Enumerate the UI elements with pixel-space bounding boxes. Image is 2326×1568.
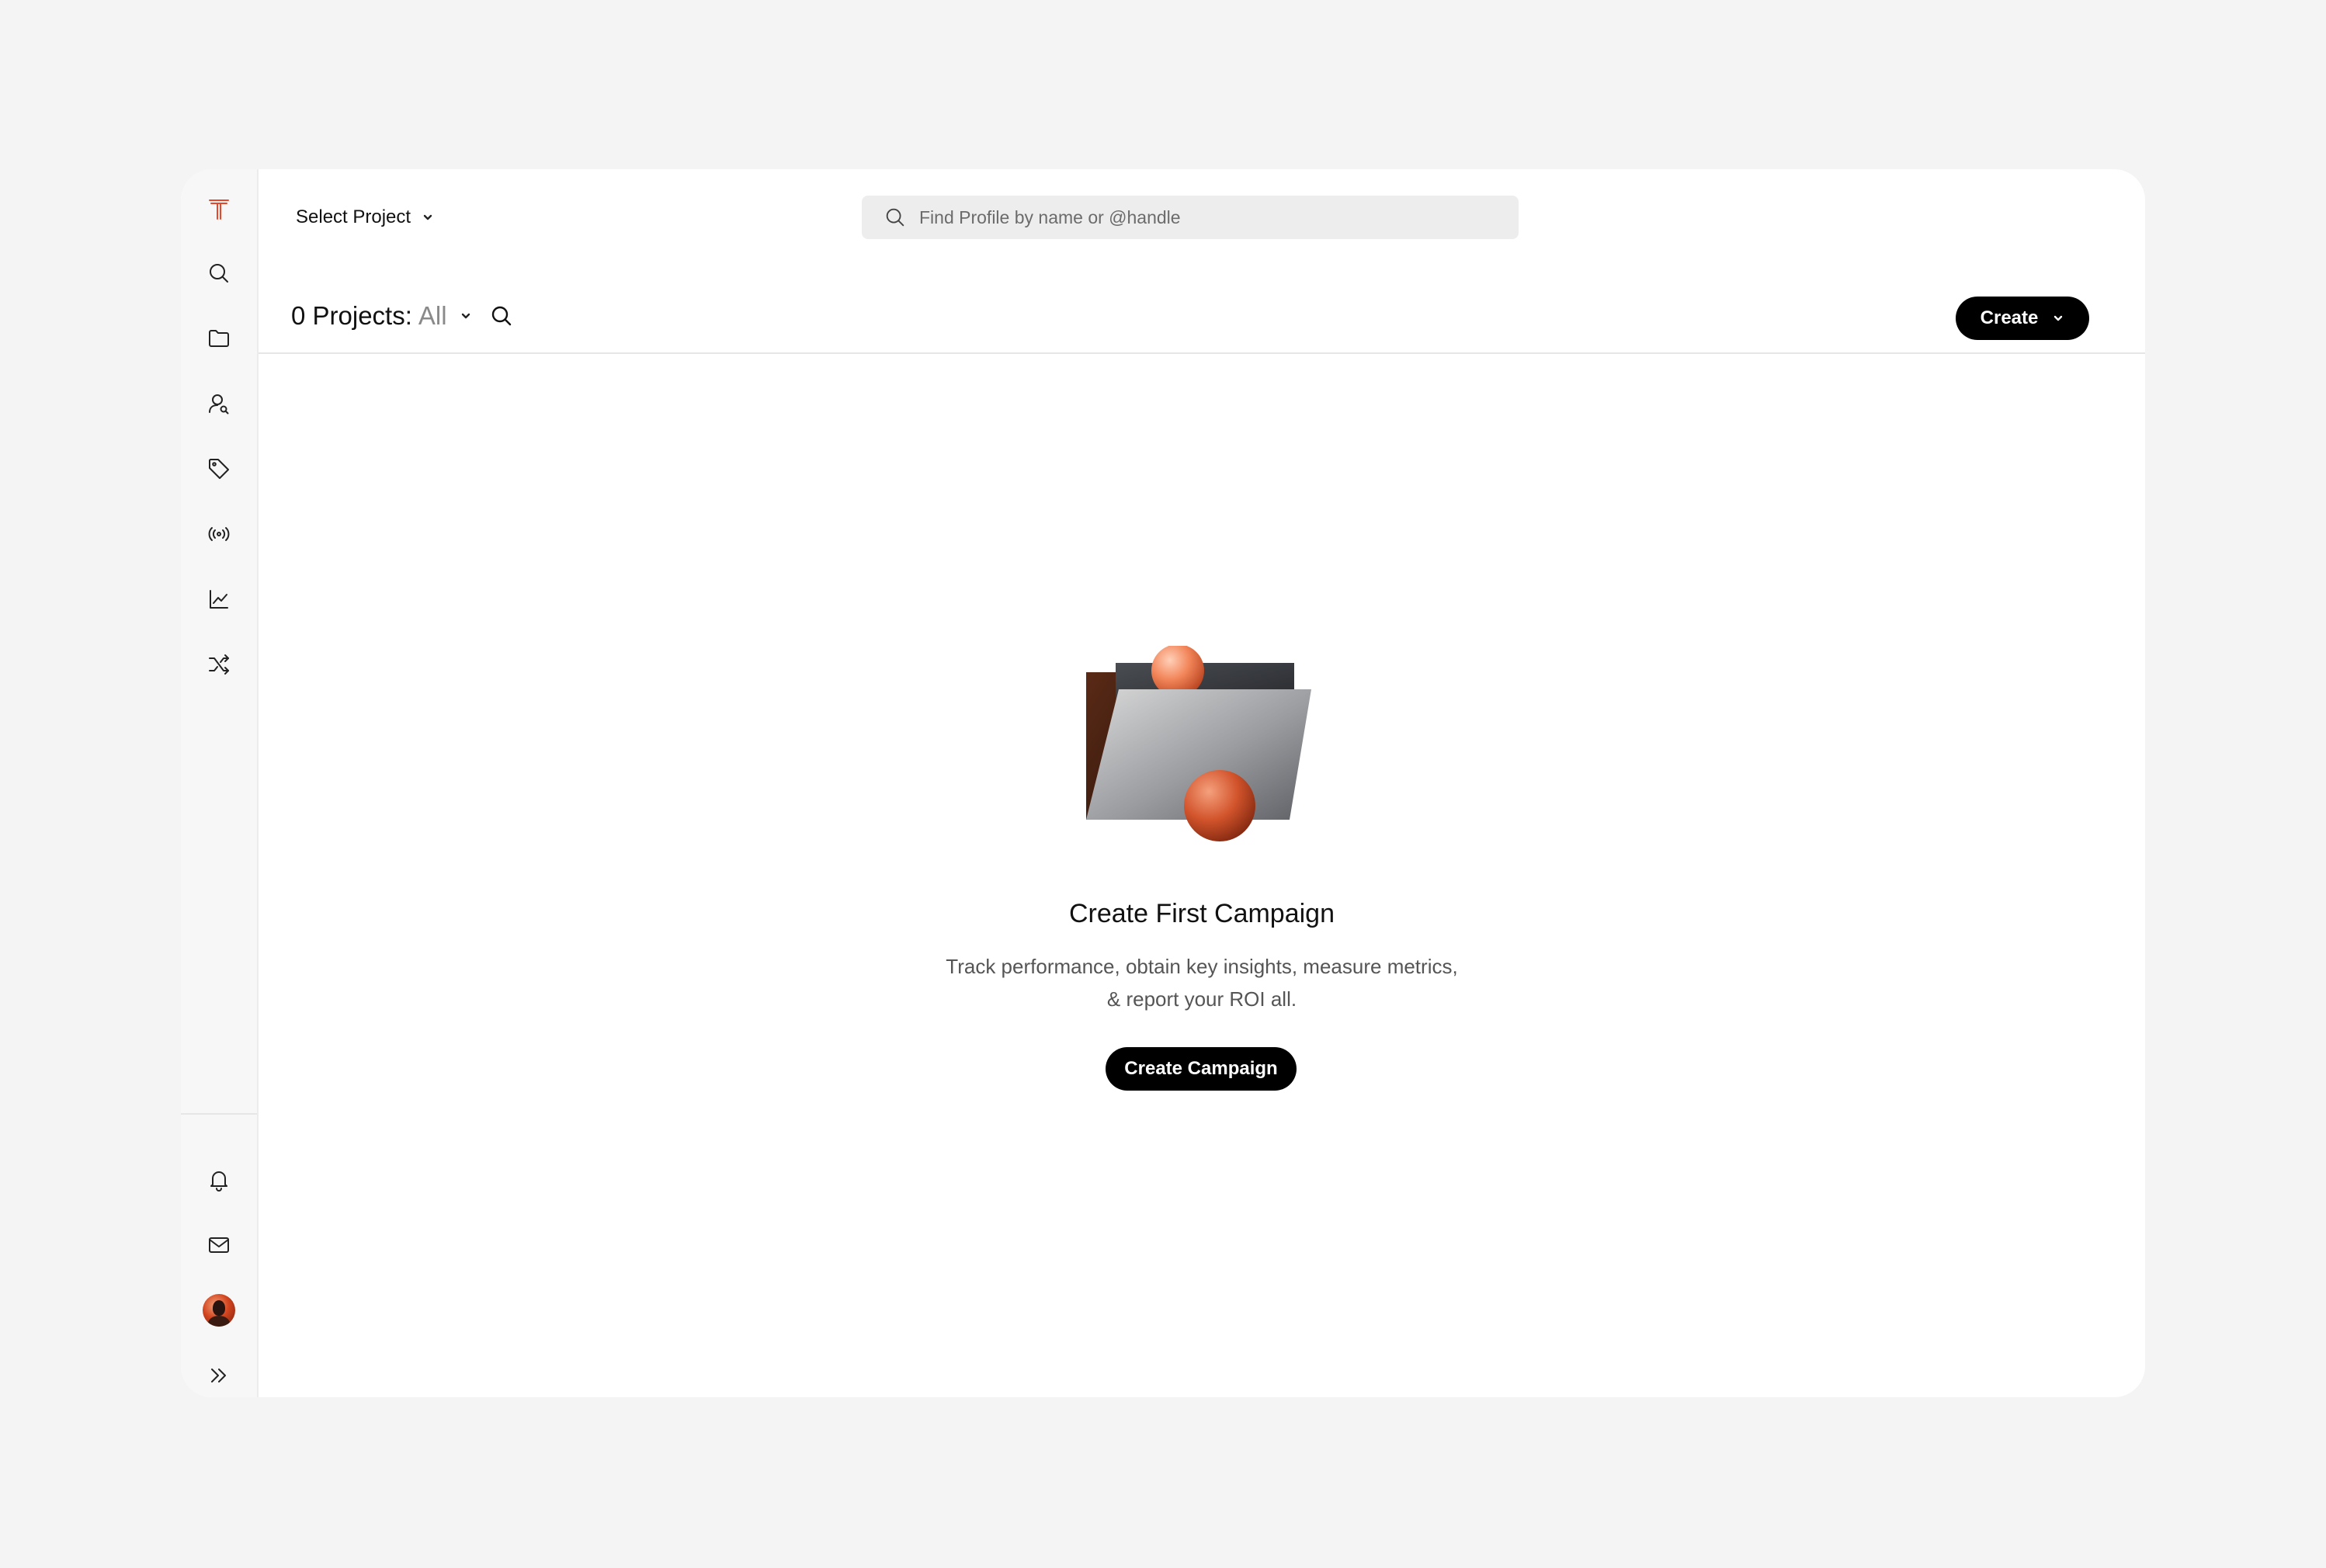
mail-icon — [209, 1237, 229, 1253]
broadcast-icon — [208, 527, 230, 541]
sidebar-divider — [181, 1113, 257, 1115]
sidebar-expand-button[interactable] — [181, 1352, 257, 1397]
folder-illustration — [1086, 646, 1311, 841]
empty-state-description-line1: Track performance, obtain key insights, … — [946, 955, 1458, 978]
sidebar-item-shuffle[interactable] — [181, 641, 257, 688]
sidebar-item-tags[interactable] — [181, 446, 257, 492]
empty-state-title: Create First Campaign — [1068, 899, 1335, 928]
sidebar-item-notifications[interactable] — [181, 1157, 257, 1203]
sidebar — [181, 169, 259, 1397]
search-icon — [210, 264, 228, 283]
sidebar-item-projects[interactable] — [181, 315, 257, 362]
sidebar-item-messages[interactable] — [181, 1222, 257, 1268]
sidebar-item-profiles[interactable] — [181, 380, 257, 427]
user-search-icon — [209, 394, 229, 415]
empty-state-description-line2: & report your ROI all. — [1106, 987, 1297, 1011]
sidebar-item-search[interactable] — [181, 250, 257, 297]
bell-icon — [210, 1171, 227, 1192]
logo-icon[interactable] — [181, 186, 257, 233]
expand-icon — [211, 1369, 226, 1382]
tag-icon — [209, 459, 229, 479]
empty-state: Create First Campaign Track performance,… — [259, 169, 2145, 1397]
main-content: Select Project 0 Projects: All — [259, 169, 2145, 1397]
sidebar-item-account[interactable] — [181, 1287, 257, 1334]
empty-state-description: Track performance, obtain key insights, … — [930, 950, 1474, 1015]
sidebar-item-analytics[interactable] — [181, 576, 257, 623]
shuffle-icon — [209, 654, 229, 675]
chart-line-icon — [210, 590, 228, 609]
sidebar-item-broadcast[interactable] — [181, 511, 257, 557]
app-window: Select Project 0 Projects: All — [181, 169, 2145, 1397]
create-campaign-button[interactable]: Create Campaign — [1106, 1047, 1297, 1091]
avatar — [203, 1294, 235, 1327]
folder-icon — [209, 330, 229, 347]
